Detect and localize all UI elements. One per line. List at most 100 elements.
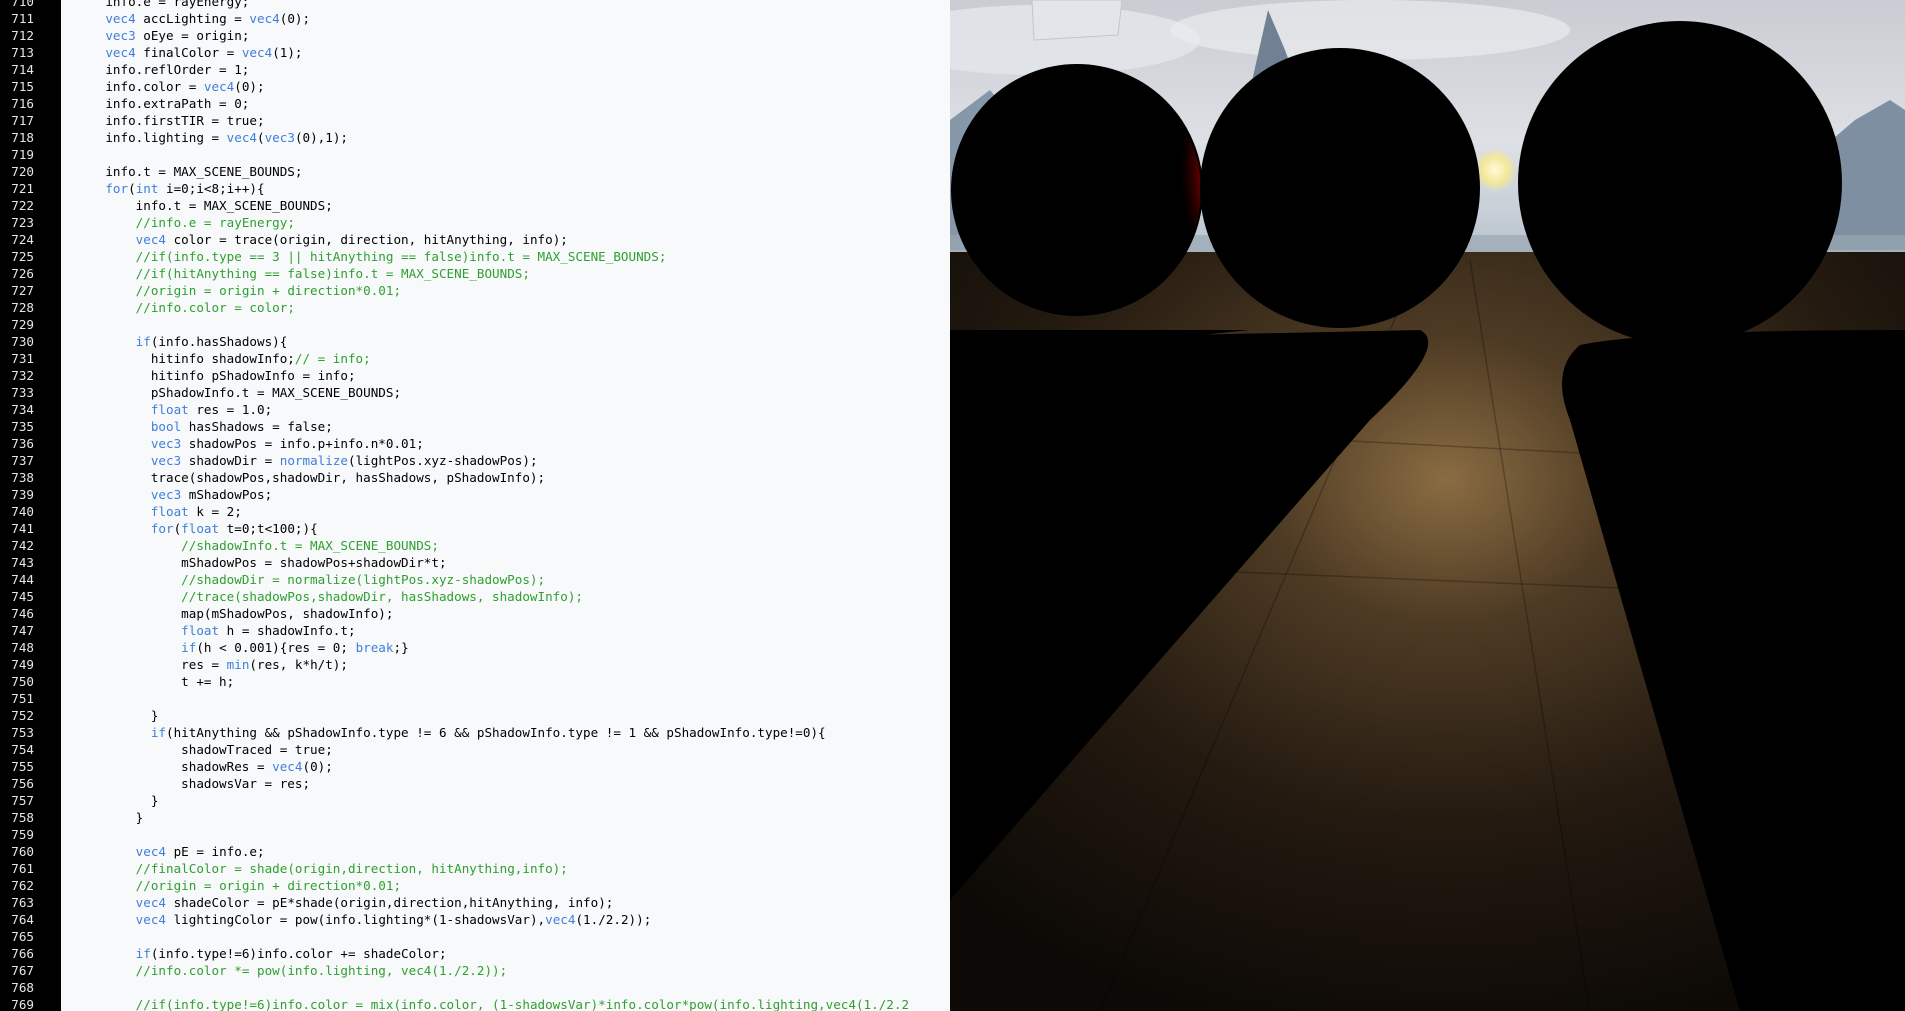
code-text[interactable]: vec3 oEye = origin;	[75, 27, 249, 44]
code-lines[interactable]: 710 info.e = rayEnergy; 711 vec4 accLight…	[0, 0, 950, 1011]
render-viewport[interactable]	[950, 0, 1905, 1011]
code-line[interactable]: 730 if(info.hasShadows){	[0, 333, 950, 350]
code-line[interactable]: 752 }	[0, 707, 950, 724]
code-line[interactable]: 759	[0, 826, 950, 843]
code-line[interactable]: 729	[0, 316, 950, 333]
code-text[interactable]: shadowRes = vec4(0);	[75, 758, 333, 775]
code-line[interactable]: 765	[0, 928, 950, 945]
code-line[interactable]: 739 vec3 mShadowPos;	[0, 486, 950, 503]
code-line[interactable]: 764 vec4 lightingColor = pow(info.lighti…	[0, 911, 950, 928]
code-line[interactable]: 723 //info.e = rayEnergy;	[0, 214, 950, 231]
code-line[interactable]: 761 //finalColor = shade(origin,directio…	[0, 860, 950, 877]
code-text[interactable]: vec4 shadeColor = pE*shade(origin,direct…	[75, 894, 614, 911]
code-line[interactable]: 737 vec3 shadowDir = normalize(lightPos.…	[0, 452, 950, 469]
code-line[interactable]: 727 //origin = origin + direction*0.01;	[0, 282, 950, 299]
code-line[interactable]: 724 vec4 color = trace(origin, direction…	[0, 231, 950, 248]
code-text[interactable]: }	[75, 792, 159, 809]
code-text[interactable]: if(h < 0.001){res = 0; break;}	[75, 639, 409, 656]
code-text[interactable]: info.reflOrder = 1;	[75, 61, 249, 78]
code-line[interactable]: 715 info.color = vec4(0);	[0, 78, 950, 95]
code-text[interactable]: vec4 lightingColor = pow(info.lighting*(…	[75, 911, 652, 928]
code-text[interactable]: info.firstTIR = true;	[75, 112, 264, 129]
code-text[interactable]: info.e = rayEnergy;	[75, 0, 249, 10]
code-line[interactable]: 738 trace(shadowPos,shadowDir, hasShadow…	[0, 469, 950, 486]
code-text[interactable]: float res = 1.0;	[75, 401, 272, 418]
code-text[interactable]: info.lighting = vec4(vec3(0),1);	[75, 129, 348, 146]
code-text[interactable]: //trace(shadowPos,shadowDir, hasShadows,…	[75, 588, 583, 605]
code-text[interactable]: vec4 color = trace(origin, direction, hi…	[75, 231, 568, 248]
code-text[interactable]: vec3 shadowDir = normalize(lightPos.xyz-…	[75, 452, 538, 469]
code-line[interactable]: 734 float res = 1.0;	[0, 401, 950, 418]
code-text[interactable]: //shadowInfo.t = MAX_SCENE_BOUNDS;	[75, 537, 439, 554]
code-line[interactable]: 741 for(float t=0;t<100;){	[0, 520, 950, 537]
code-text[interactable]: //shadowDir = normalize(lightPos.xyz-sha…	[75, 571, 545, 588]
code-line[interactable]: 748 if(h < 0.001){res = 0; break;}	[0, 639, 950, 656]
code-text[interactable]: //finalColor = shade(origin,direction, h…	[75, 860, 568, 877]
code-text[interactable]: info.t = MAX_SCENE_BOUNDS;	[75, 163, 302, 180]
code-text[interactable]: map(mShadowPos, shadowInfo);	[75, 605, 393, 622]
code-line[interactable]: 722 info.t = MAX_SCENE_BOUNDS;	[0, 197, 950, 214]
code-text[interactable]: info.extraPath = 0;	[75, 95, 249, 112]
code-line[interactable]: 716 info.extraPath = 0;	[0, 95, 950, 112]
code-text[interactable]: hitinfo shadowInfo;// = info;	[75, 350, 371, 367]
code-line[interactable]: 746 map(mShadowPos, shadowInfo);	[0, 605, 950, 622]
code-line[interactable]: 753 if(hitAnything && pShadowInfo.type !…	[0, 724, 950, 741]
code-line[interactable]: 719	[0, 146, 950, 163]
code-line[interactable]: 720 info.t = MAX_SCENE_BOUNDS;	[0, 163, 950, 180]
code-text[interactable]: trace(shadowPos,shadowDir, hasShadows, p…	[75, 469, 545, 486]
code-line[interactable]: 743 mShadowPos = shadowPos+shadowDir*t;	[0, 554, 950, 571]
code-text[interactable]: info.color = vec4(0);	[75, 78, 264, 95]
code-text[interactable]: //info.color = color;	[75, 299, 295, 316]
code-line[interactable]: 731 hitinfo shadowInfo;// = info;	[0, 350, 950, 367]
code-text[interactable]: shadowTraced = true;	[75, 741, 333, 758]
code-text[interactable]: if(info.type!=6)info.color += shadeColor…	[75, 945, 447, 962]
code-text[interactable]: if(hitAnything && pShadowInfo.type != 6 …	[75, 724, 826, 741]
code-line[interactable]: 732 hitinfo pShadowInfo = info;	[0, 367, 950, 384]
code-line[interactable]: 735 bool hasShadows = false;	[0, 418, 950, 435]
code-text[interactable]: }	[75, 809, 144, 826]
code-line[interactable]: 763 vec4 shadeColor = pE*shade(origin,di…	[0, 894, 950, 911]
code-text[interactable]: float k = 2;	[75, 503, 242, 520]
code-text[interactable]: info.t = MAX_SCENE_BOUNDS;	[75, 197, 333, 214]
code-text[interactable]: //if(info.type!=6)info.color = mix(info.…	[75, 996, 909, 1011]
code-line[interactable]: 718 info.lighting = vec4(vec3(0),1);	[0, 129, 950, 146]
code-text[interactable]: float h = shadowInfo.t;	[75, 622, 355, 639]
code-text[interactable]: //if(info.type == 3 || hitAnything == fa…	[75, 248, 667, 265]
code-text[interactable]: vec3 shadowPos = info.p+info.n*0.01;	[75, 435, 424, 452]
code-text[interactable]: mShadowPos = shadowPos+shadowDir*t;	[75, 554, 446, 571]
code-line[interactable]: 726 //if(hitAnything == false)info.t = M…	[0, 265, 950, 282]
code-editor[interactable]: 710 info.e = rayEnergy; 711 vec4 accLight…	[0, 0, 950, 1011]
code-line[interactable]: 728 //info.color = color;	[0, 299, 950, 316]
code-line[interactable]: 736 vec3 shadowPos = info.p+info.n*0.01;	[0, 435, 950, 452]
code-line[interactable]: 742 //shadowInfo.t = MAX_SCENE_BOUNDS;	[0, 537, 950, 554]
code-line[interactable]: 740 float k = 2;	[0, 503, 950, 520]
code-text[interactable]: for(float t=0;t<100;){	[75, 520, 318, 537]
code-text[interactable]: bool hasShadows = false;	[75, 418, 333, 435]
code-line[interactable]: 767 //info.color *= pow(info.lighting, v…	[0, 962, 950, 979]
code-line[interactable]: 714 info.reflOrder = 1;	[0, 61, 950, 78]
code-line[interactable]: 760 vec4 pE = info.e;	[0, 843, 950, 860]
code-text[interactable]: //if(hitAnything == false)info.t = MAX_S…	[75, 265, 530, 282]
code-line[interactable]: 755 shadowRes = vec4(0);	[0, 758, 950, 775]
code-text[interactable]: vec4 finalColor = vec4(1);	[75, 44, 302, 61]
code-text[interactable]: //origin = origin + direction*0.01;	[75, 877, 401, 894]
code-line[interactable]: 762 //origin = origin + direction*0.01;	[0, 877, 950, 894]
code-line[interactable]: 745 //trace(shadowPos,shadowDir, hasShad…	[0, 588, 950, 605]
code-line[interactable]: 747 float h = shadowInfo.t;	[0, 622, 950, 639]
code-line[interactable]: 751	[0, 690, 950, 707]
code-line[interactable]: 754 shadowTraced = true;	[0, 741, 950, 758]
code-line[interactable]: 725 //if(info.type == 3 || hitAnything =…	[0, 248, 950, 265]
code-line[interactable]: 710 info.e = rayEnergy;	[0, 0, 950, 10]
code-line[interactable]: 757 }	[0, 792, 950, 809]
code-text[interactable]: pShadowInfo.t = MAX_SCENE_BOUNDS;	[75, 384, 401, 401]
code-line[interactable]: 756 shadowsVar = res;	[0, 775, 950, 792]
code-text[interactable]: shadowsVar = res;	[75, 775, 310, 792]
code-text[interactable]: vec4 accLighting = vec4(0);	[75, 10, 310, 27]
code-text[interactable]: for(int i=0;i<8;i++){	[75, 180, 264, 197]
code-line[interactable]: 717 info.firstTIR = true;	[0, 112, 950, 129]
code-line[interactable]: 711 vec4 accLighting = vec4(0);	[0, 10, 950, 27]
code-line[interactable]: 769 //if(info.type!=6)info.color = mix(i…	[0, 996, 950, 1011]
code-text[interactable]: if(info.hasShadows){	[75, 333, 288, 350]
code-line[interactable]: 712 vec3 oEye = origin;	[0, 27, 950, 44]
code-line[interactable]: 749 res = min(res, k*h/t);	[0, 656, 950, 673]
